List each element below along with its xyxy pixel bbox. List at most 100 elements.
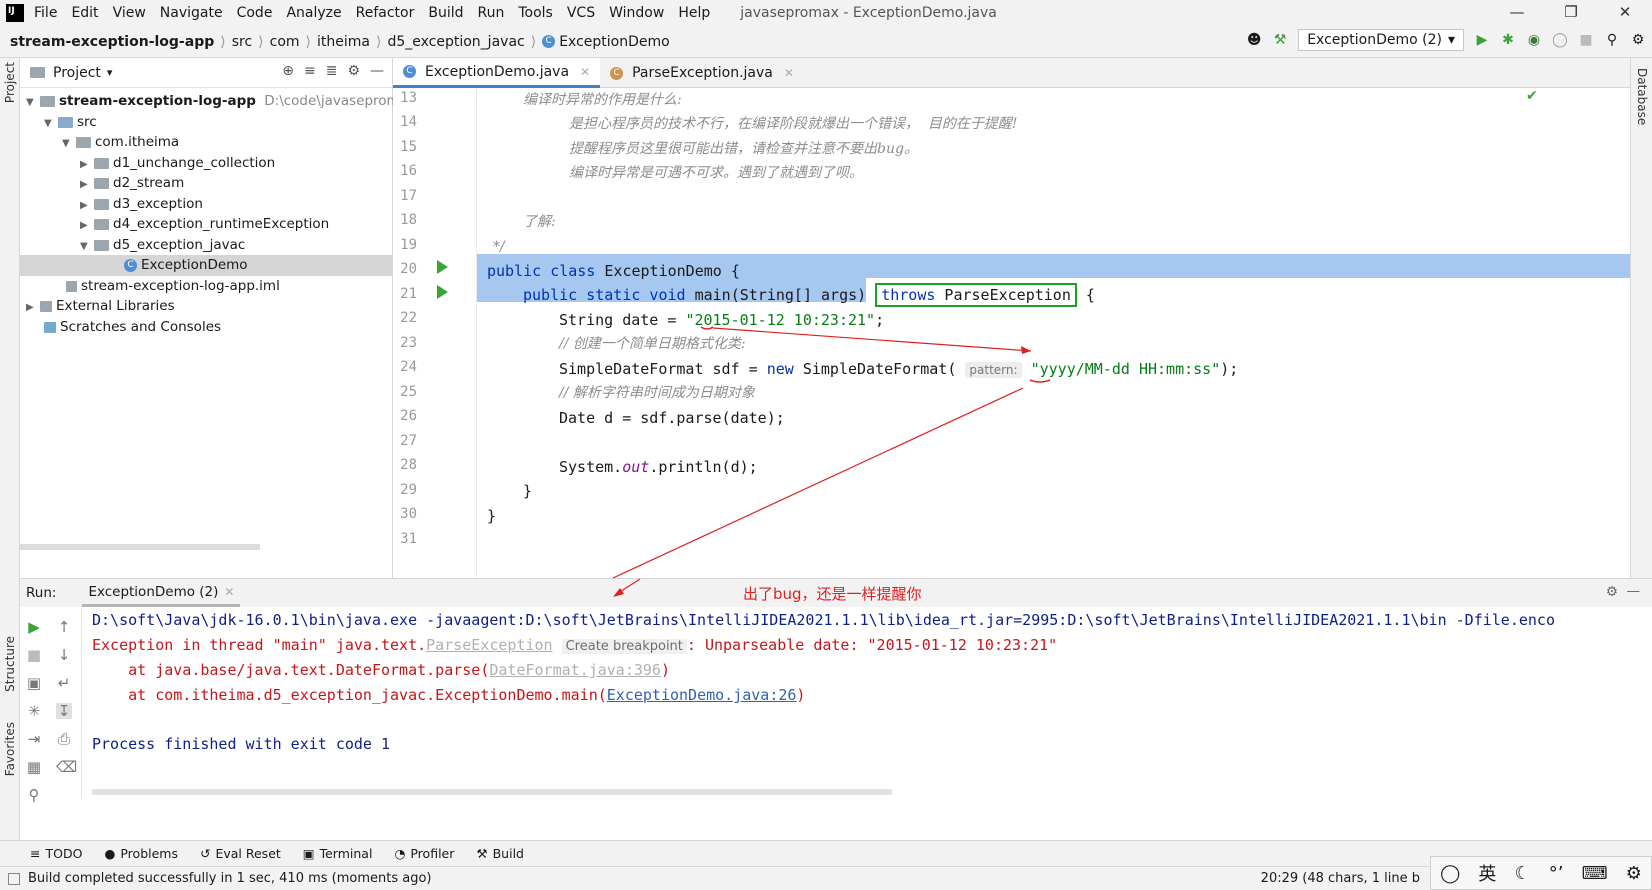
tree-folder-d2[interactable]: ▶ d2_stream	[80, 173, 184, 194]
horizontal-scrollbar[interactable]	[92, 789, 892, 795]
hide-icon[interactable]: —	[370, 63, 384, 79]
breadcrumb-package[interactable]: d5_exception_javac	[387, 34, 524, 50]
down-arrow-icon[interactable]: ↓	[56, 647, 72, 663]
exception-link[interactable]: ParseException	[426, 636, 552, 654]
debug-icon[interactable]: ✱	[1500, 32, 1516, 48]
search-icon[interactable]: ⚲	[1604, 32, 1620, 48]
breadcrumb-src[interactable]: src	[232, 34, 252, 50]
menu-vcs[interactable]: VCS	[567, 5, 595, 21]
favorites-tool-label[interactable]: Favorites	[3, 722, 17, 776]
ime-language-toggle[interactable]: 英	[1478, 860, 1496, 886]
tree-external-libraries[interactable]: ▶ External Libraries	[26, 296, 175, 317]
run-icon[interactable]: ▶	[1474, 32, 1490, 48]
minimize-icon[interactable]: —	[1490, 0, 1544, 26]
chevron-right-icon[interactable]: ▶	[80, 174, 94, 195]
menu-window[interactable]: Window	[609, 5, 664, 21]
breadcrumb-itheima[interactable]: itheima	[317, 34, 370, 50]
create-breakpoint-button[interactable]: Create breakpoint	[561, 639, 687, 654]
menu-refactor[interactable]: Refactor	[356, 5, 415, 21]
tree-scratches[interactable]: Scratches and Consoles	[44, 317, 221, 338]
code-editor[interactable]: 13 14 15 16 17 18 19 20 21 22 23 24 25 2…	[393, 88, 1630, 578]
eval-reset-tool-button[interactable]: ↺ Eval Reset	[200, 846, 281, 861]
layout-icon[interactable]: ▦	[26, 759, 42, 775]
chevron-down-icon[interactable]: ▾	[107, 66, 113, 79]
breadcrumb-project[interactable]: stream-exception-log-app	[10, 34, 214, 50]
menu-edit[interactable]: Edit	[71, 5, 98, 21]
gear-icon[interactable]: ⚙	[1626, 863, 1642, 884]
print-icon[interactable]: ⎙	[56, 731, 72, 747]
chevron-right-icon[interactable]: ▶	[80, 215, 94, 236]
pin-icon[interactable]: ⚲	[26, 787, 42, 803]
menu-view[interactable]: View	[113, 5, 146, 21]
menu-code[interactable]: Code	[237, 5, 273, 21]
tree-folder-d3[interactable]: ▶ d3_exception	[80, 194, 203, 215]
status-icon[interactable]	[8, 872, 20, 885]
chevron-right-icon[interactable]: ▶	[80, 154, 94, 175]
scroll-to-end-icon[interactable]: ↧	[56, 703, 72, 719]
punctuation-icon[interactable]: °’	[1549, 863, 1564, 884]
user-icon[interactable]: ☻	[1246, 32, 1262, 48]
gear-icon[interactable]: ⚙	[1606, 584, 1618, 600]
tree-root[interactable]: ▼ stream-exception-log-app D:\code\javase…	[26, 91, 416, 112]
tree-package[interactable]: ▼ com.itheima	[62, 132, 179, 153]
rerun-icon[interactable]: ▶	[26, 619, 42, 635]
problems-tool-button[interactable]: ● Problems	[104, 846, 178, 861]
chevron-down-icon[interactable]: ▼	[62, 133, 76, 154]
menu-build[interactable]: Build	[428, 5, 463, 21]
caret-position[interactable]: 20:29 (48 chars, 1 line b	[1261, 871, 1420, 886]
menu-tools[interactable]: Tools	[518, 5, 553, 21]
camera-icon[interactable]: ▣	[26, 675, 42, 691]
database-tool-label[interactable]: Database	[1635, 68, 1649, 125]
chevron-down-icon[interactable]: ▼	[26, 92, 40, 113]
project-tool-label[interactable]: Project	[3, 62, 17, 103]
run-config-select[interactable]: ExceptionDemo (2) ▾	[1298, 29, 1464, 51]
tree-folder-d4[interactable]: ▶ d4_exception_runtimeException	[80, 214, 329, 235]
close-icon[interactable]: ✕	[580, 65, 590, 79]
breadcrumb-com[interactable]: com	[270, 34, 300, 50]
restore-icon[interactable]: ❐	[1544, 0, 1598, 26]
moon-icon[interactable]: ☾	[1515, 863, 1531, 884]
tree-folder-d1[interactable]: ▶ d1_unchange_collection	[80, 153, 275, 174]
tree-src[interactable]: ▼ src	[44, 112, 97, 133]
locate-icon[interactable]: ⊕	[282, 63, 294, 79]
terminal-tool-button[interactable]: ▣ Terminal	[303, 846, 373, 861]
close-icon[interactable]: ✕	[1598, 0, 1652, 26]
build-tool-button[interactable]: ⚒ Build	[476, 846, 524, 861]
project-panel-title[interactable]: Project	[53, 65, 101, 81]
soft-wrap-icon[interactable]: ↵	[56, 675, 72, 691]
tree-selected-file[interactable]: C ExceptionDemo	[20, 255, 393, 276]
profile-icon[interactable]: ◯	[1552, 32, 1568, 48]
hide-icon[interactable]: —	[1627, 583, 1641, 599]
coverage-icon[interactable]: ◉	[1526, 32, 1542, 48]
settings-icon[interactable]: ✳	[26, 703, 42, 719]
ime-logo-icon[interactable]: ◯	[1440, 863, 1460, 884]
menu-analyze[interactable]: Analyze	[286, 5, 341, 21]
stack-link[interactable]: ExceptionDemo.java:26	[607, 686, 797, 704]
status-message[interactable]: Build completed successfully in 1 sec, 4…	[28, 871, 432, 886]
gear-icon[interactable]: ⚙	[1630, 32, 1646, 48]
expand-all-icon[interactable]: ≡	[304, 63, 316, 79]
chevron-right-icon[interactable]: ▶	[26, 297, 40, 318]
tab-parseexception[interactable]: C ParseException.java ✕	[600, 58, 804, 88]
breadcrumb-class[interactable]: ExceptionDemo	[559, 34, 670, 50]
tab-exceptiondemo[interactable]: C ExceptionDemo.java ✕	[393, 58, 601, 88]
trash-icon[interactable]: ⌫	[56, 759, 77, 775]
menu-navigate[interactable]: Navigate	[160, 5, 223, 21]
stack-link[interactable]: DateFormat.java:396	[489, 661, 661, 679]
build-hammer-icon[interactable]: ⚒	[1272, 32, 1288, 48]
stop-icon[interactable]: ■	[26, 647, 42, 663]
todo-tool-button[interactable]: ≡ TODO	[30, 846, 82, 861]
menu-file[interactable]: File	[34, 5, 57, 21]
tree-folder-d5[interactable]: ▼ d5_exception_javac	[80, 235, 245, 256]
chevron-right-icon[interactable]: ▶	[80, 195, 94, 216]
keyboard-icon[interactable]: ⌨	[1582, 863, 1608, 884]
horizontal-scrollbar[interactable]	[20, 544, 260, 550]
stop-icon[interactable]: ■	[1578, 32, 1594, 48]
up-arrow-icon[interactable]: ↑	[56, 619, 72, 635]
menu-help[interactable]: Help	[678, 5, 710, 21]
menu-run[interactable]: Run	[478, 5, 505, 21]
profiler-tool-button[interactable]: ◔ Profiler	[394, 846, 454, 861]
chevron-down-icon[interactable]: ▼	[80, 236, 94, 257]
close-icon[interactable]: ✕	[784, 66, 794, 80]
gear-icon[interactable]: ⚙	[347, 63, 360, 79]
